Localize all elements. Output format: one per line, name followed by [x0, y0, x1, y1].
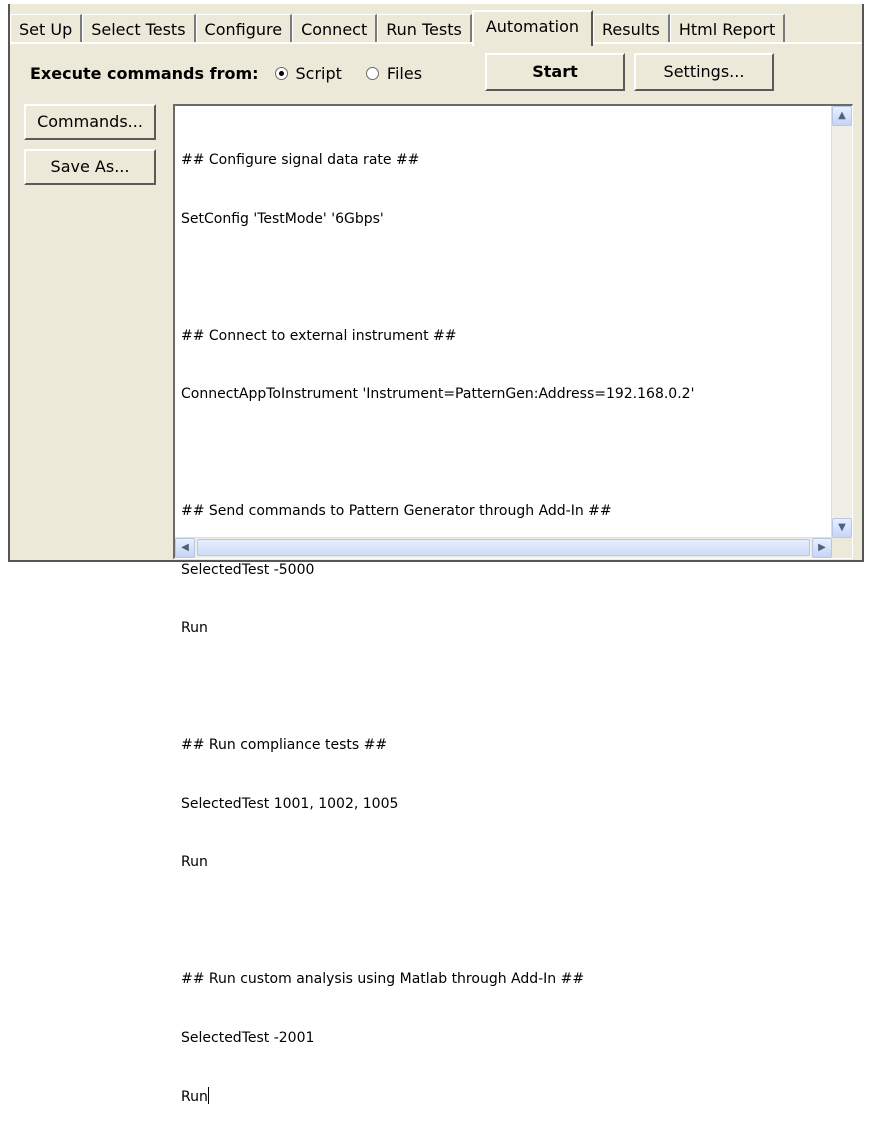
- script-line: SelectedTest -5000: [181, 561, 315, 578]
- script-line: [181, 444, 830, 464]
- script-line: ## Run custom analysis using Matlab thro…: [181, 971, 585, 987]
- script-line: Run: [181, 1089, 208, 1105]
- chevron-down-icon[interactable]: ▼: [832, 518, 852, 538]
- script-radio-label: Script: [295, 63, 342, 83]
- files-radio-label: Files: [386, 63, 423, 83]
- script-line: Run: [181, 854, 208, 870]
- automation-panel: Set Up Select Tests Configure Connect Ru…: [8, 4, 864, 1105]
- chevron-up-icon[interactable]: ▲: [832, 106, 852, 126]
- settings-button-label: Settings...: [663, 62, 745, 81]
- tab-configure[interactable]: Configure: [195, 14, 293, 44]
- script-line: ## Connect to external instrument ##: [181, 327, 457, 344]
- script-line: Run: [181, 620, 208, 636]
- tab-set-up[interactable]: Set Up: [10, 14, 83, 44]
- save-as-button-label: Save As...: [50, 157, 130, 176]
- horizontal-scrollbar[interactable]: ◀ ▶: [175, 537, 832, 558]
- script-line: ConnectAppToInstrument 'Instrument=Patte…: [181, 386, 695, 402]
- chevron-left-icon[interactable]: ◀: [175, 538, 195, 558]
- tab-divider: [10, 42, 862, 44]
- script-line: SelectedTest 1001, 1002, 1005: [181, 795, 399, 812]
- start-button[interactable]: Start: [485, 53, 625, 91]
- start-button-label: Start: [532, 62, 578, 81]
- files-radio-dot[interactable]: [365, 66, 379, 80]
- tab-select-tests[interactable]: Select Tests: [82, 14, 196, 44]
- script-line: SetConfig 'TestMode' '6Gbps': [181, 210, 384, 227]
- script-line: [181, 678, 830, 698]
- tab-automation[interactable]: Automation: [471, 10, 594, 46]
- tab-results[interactable]: Results: [593, 14, 670, 44]
- script-line: SelectedTest -2001: [181, 1029, 315, 1046]
- script-editor[interactable]: ## Configure signal data rate ## SetConf…: [173, 104, 853, 1105]
- files-radio[interactable]: Files: [365, 63, 423, 83]
- script-line: ## Configure signal data rate ##: [181, 152, 420, 168]
- commands-button-label: Commands...: [37, 112, 143, 131]
- tab-strip: Set Up Select Tests Configure Connect Ru…: [10, 10, 786, 46]
- script-line: [181, 912, 830, 932]
- tab-run-tests[interactable]: Run Tests: [377, 14, 472, 44]
- chevron-right-icon[interactable]: ▶: [812, 538, 832, 558]
- script-line: ## Run compliance tests ##: [181, 737, 388, 753]
- scrollbar-corner: [832, 538, 852, 558]
- horizontal-scroll-thumb[interactable]: [197, 539, 810, 556]
- commands-button[interactable]: Commands...: [24, 104, 156, 140]
- execute-label: Execute commands from:: [30, 63, 259, 83]
- tab-connect[interactable]: Connect: [292, 14, 378, 44]
- text-caret: [207, 1087, 209, 1104]
- save-as-button[interactable]: Save As...: [24, 149, 156, 185]
- vertical-scrollbar[interactable]: ▲ ▼: [831, 106, 852, 538]
- settings-button[interactable]: Settings...: [634, 53, 774, 91]
- script-radio[interactable]: Script: [274, 63, 342, 83]
- execute-source-row: Execute commands from: Script Files: [30, 56, 422, 90]
- script-text[interactable]: ## Configure signal data rate ## SetConf…: [181, 112, 830, 1132]
- script-line-last: Run: [181, 1087, 830, 1108]
- script-line: ## Send commands to Pattern Generator th…: [181, 503, 612, 519]
- script-line: [181, 268, 830, 288]
- script-radio-dot[interactable]: [274, 66, 288, 80]
- tab-html-report[interactable]: Html Report: [669, 14, 786, 44]
